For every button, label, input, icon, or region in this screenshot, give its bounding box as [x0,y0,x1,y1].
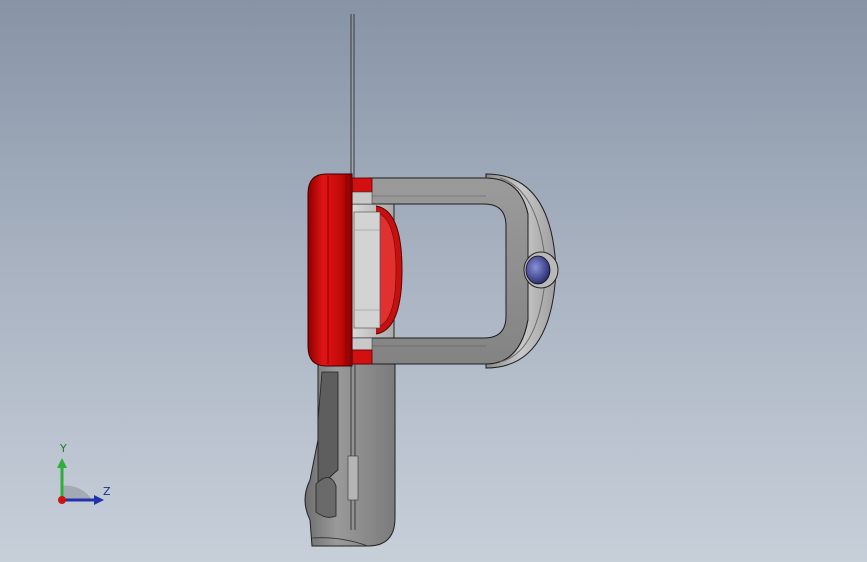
axis-triad-icon [57,458,104,505]
adjust-knob[interactable] [523,251,559,289]
axis-triad: Y Z [40,438,130,518]
p-shaped-part-model[interactable] [0,0,867,562]
axis-z-label: Z [103,485,111,498]
red-clip-bottom [351,337,373,365]
red-clip-top [351,177,373,205]
grip-handle[interactable] [304,363,396,547]
axis-y-label: Y [60,442,67,455]
cad-viewport[interactable]: Y Z [0,0,867,562]
red-ring-housing[interactable] [307,173,353,367]
spindle-disc[interactable] [351,203,403,339]
rod [350,14,355,178]
